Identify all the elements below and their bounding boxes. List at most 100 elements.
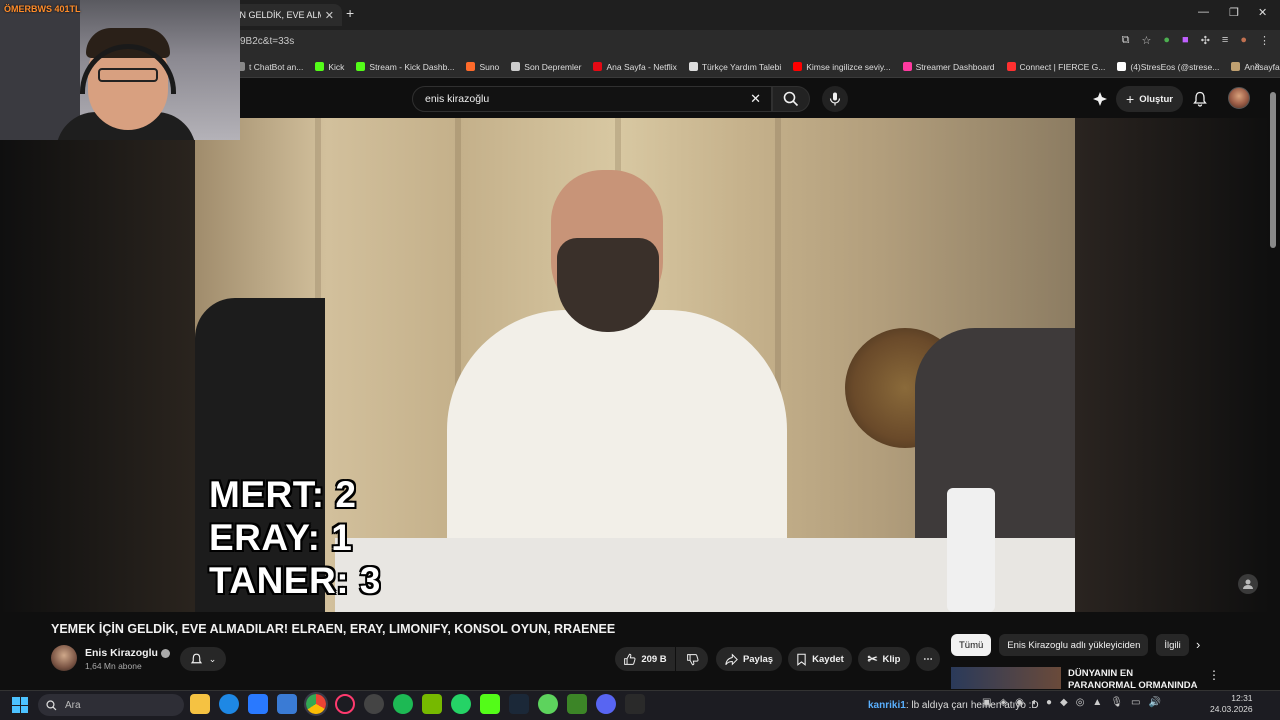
filter-chips: Tümü Enis Kirazoglu adlı yükleyiciden İl… [951,634,1189,656]
discord-icon[interactable] [596,694,616,714]
url-field[interactable]: 9B2c&t=33s [240,36,294,47]
tray-app-icon[interactable]: ◐ [1032,697,1038,708]
opera-icon[interactable] [335,694,355,714]
kick-icon[interactable] [480,694,500,714]
bookmark-item[interactable]: Son Depremler [511,62,581,72]
tray-app-icon[interactable]: ● [1046,697,1052,708]
bookmark-label: t ChatBot an... [249,61,304,72]
chip-from-uploader[interactable]: Enis Kirazoglu adlı yükleyiciden [999,634,1149,656]
create-button[interactable]: + Oluştur [1116,86,1183,112]
store-icon[interactable] [248,694,268,714]
microphone-icon[interactable]: 🎙 [1110,697,1123,708]
file-explorer-icon[interactable] [190,694,210,714]
obs-icon[interactable] [364,694,384,714]
bookmark-label: Kick [328,61,345,72]
voice-search-button[interactable] [822,86,848,112]
bookmark-favicon-icon [511,62,521,71]
maximize-icon[interactable]: ❐ [1229,6,1239,19]
more-horizontal-icon: ⋯ [923,653,933,665]
tray-app-icon[interactable]: ▲ [1092,697,1102,708]
share-button[interactable]: Paylaş [716,647,782,671]
mail-icon[interactable] [277,694,297,714]
recommended-title[interactable]: DÜNYANIN EN PARANORMAL ORMANINDA 1 GECE! [1068,668,1200,690]
video-player[interactable]: MERT: 2 ERAY: 1 TANER: 3 [195,118,1075,612]
chevron-right-icon[interactable]: › [1196,637,1200,652]
thumbs-down-icon [686,653,698,665]
save-button[interactable]: Kaydet [788,647,852,671]
taskbar-apps [190,692,645,716]
system-clock[interactable]: 12:31 24.03.2026 [1210,693,1253,715]
channel-name[interactable]: Enis Kirazoglu [85,647,170,659]
glasses [98,68,158,82]
search-query: enis kirazoğlu [425,93,490,105]
floating-avatar-icon[interactable] [1238,574,1258,594]
close-window-icon[interactable]: ✕ [1258,6,1267,19]
chip-all[interactable]: Tümü [951,634,992,656]
bookmark-item[interactable]: Kimse ingilizce seviy... [793,61,891,72]
bookmark-item[interactable]: Stream - Kick Dashb... [356,62,454,72]
tray-app-icon[interactable]: ◉ [1015,697,1024,708]
extension-shield-icon[interactable]: ● [1163,34,1170,47]
dislike-button[interactable] [676,647,708,671]
bookmark-label: Stream - Kick Dashb... [369,61,455,72]
bookmark-label: Kimse ingilizce seviy... [806,61,891,72]
whatsapp-icon[interactable] [451,694,471,714]
windows-start-icon[interactable] [12,697,28,713]
search-input[interactable]: enis kirazoğlu ✕ [412,86,772,112]
tray-app-icon[interactable]: ◈ [999,697,1007,708]
bookmark-label: Türkçe Yardım Talebi [701,61,782,72]
more-actions-button[interactable]: ⋯ [916,647,940,671]
extension-icon[interactable]: ■ [1182,34,1189,47]
chrome-icon[interactable] [304,692,328,716]
extensions-puzzle-icon[interactable]: ✣ [1201,34,1210,47]
recommended-thumbnail[interactable] [951,667,1061,689]
page-scrollbar[interactable] [1270,92,1276,248]
thumbs-up-icon [624,653,636,665]
minimize-icon[interactable]: — [1198,6,1209,18]
bookmark-item[interactable]: Connect | FIERCE G... [1006,62,1105,72]
tray-app-icon[interactable]: ▣ [982,697,991,708]
tray-app-icon[interactable]: ◎ [1076,697,1085,708]
bookmark-star-icon[interactable]: ☆ [1142,34,1152,47]
donation-label: ÖMERBWS 401TL [4,4,81,14]
notifications-bell-icon[interactable] [1192,86,1208,112]
plus-icon: + [1126,91,1135,107]
taskbar-search[interactable]: Ara [38,694,184,716]
bookmark-item[interactable]: (4)StresEos (@strese... [1117,62,1219,72]
bookmark-item[interactable]: Suno [466,62,499,72]
network-icon[interactable]: ▭ [1131,697,1140,708]
search-button[interactable] [772,86,810,112]
game-app-icon[interactable] [538,694,558,714]
reading-list-icon[interactable]: ≡ [1222,34,1228,47]
tab-close-icon[interactable]: ✕ [325,9,334,22]
tray-app-icon[interactable]: ◆ [1060,697,1068,708]
chip-related[interactable]: İlgili [1156,634,1189,656]
bookmark-favicon-icon [356,62,366,71]
minecraft-icon[interactable] [567,694,587,714]
more-bookmarks-icon[interactable]: » [1254,60,1260,71]
profile-icon[interactable]: ● [1240,34,1247,47]
more-vertical-icon[interactable]: ⋮ [1208,668,1220,682]
steam-icon[interactable] [509,694,529,714]
spotify-icon[interactable] [393,694,413,714]
new-tab-icon[interactable]: + [346,5,354,21]
bookmark-item[interactable]: t ChatBot an... [236,62,303,72]
verified-icon [160,648,170,658]
edge-icon[interactable] [219,694,239,714]
browser-menu-icon[interactable]: ⋮ [1259,34,1270,47]
channel-avatar[interactable] [51,645,77,671]
nvidia-icon[interactable] [422,694,442,714]
volume-icon[interactable]: 🔊 [1148,697,1160,708]
bookmark-item[interactable]: Kick [315,62,344,72]
clip-button[interactable]: ✂ Klip [858,647,910,671]
subscription-bell-button[interactable]: ⌄ [180,647,226,671]
bookmark-item[interactable]: Streamer Dashboard [902,62,995,72]
install-icon[interactable]: ⧉ [1122,34,1130,47]
epic-games-icon[interactable] [625,694,645,714]
like-button[interactable]: 209 B [615,647,675,671]
ai-sparkle-icon[interactable] [1092,86,1108,112]
bookmark-item[interactable]: Ana Sayfa - Netflix [593,62,677,72]
account-avatar[interactable] [1228,87,1250,109]
clear-search-icon[interactable]: ✕ [750,91,761,107]
bookmark-item[interactable]: Türkçe Yardım Talebi [688,61,782,72]
